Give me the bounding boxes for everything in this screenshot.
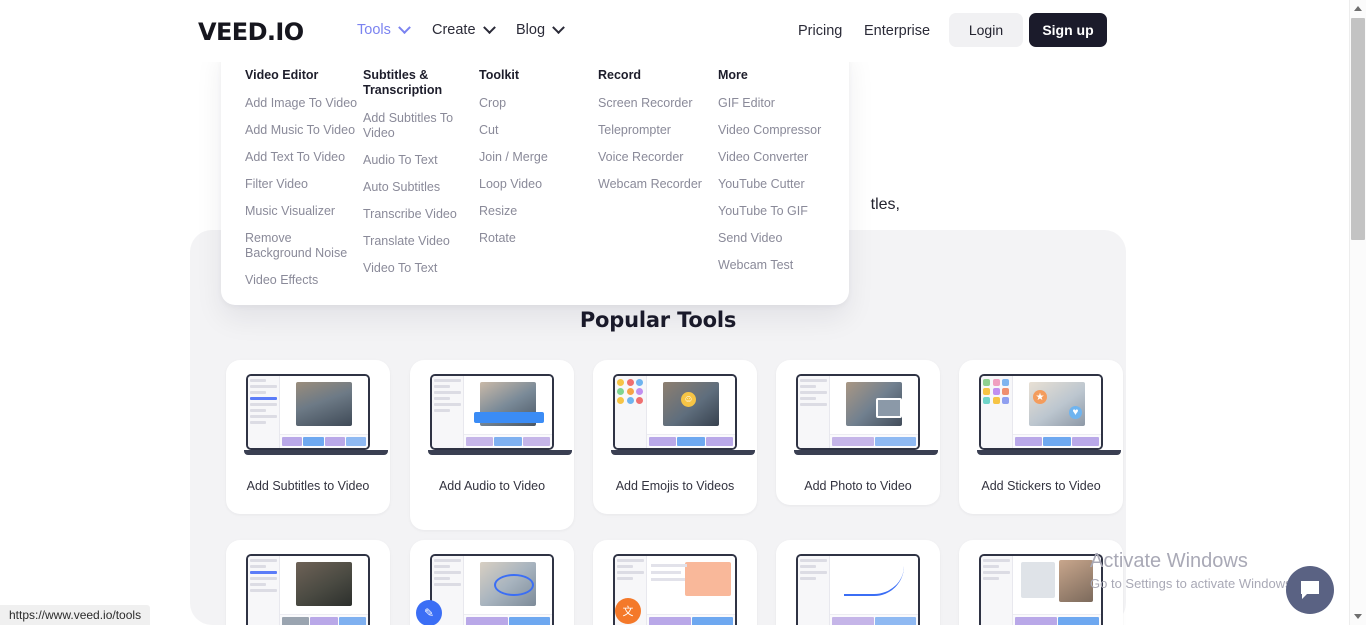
scroll-down-arrow-icon <box>1354 614 1362 619</box>
mega-link[interactable]: Rotate <box>479 231 579 246</box>
mega-link[interactable]: Send Video <box>718 231 828 246</box>
mega-link[interactable]: Auto Subtitles <box>363 180 473 195</box>
tool-card-thumbnail: ☺ <box>593 368 757 470</box>
scrollbar-thumb[interactable] <box>1351 18 1365 240</box>
chevron-down-icon <box>482 20 496 34</box>
nav-item-blog[interactable]: Blog <box>516 20 565 38</box>
scroll-up-arrow-icon <box>1354 6 1362 11</box>
tool-card-thumbnail <box>776 548 940 625</box>
tool-card[interactable]: Add Audio to Video <box>410 360 574 530</box>
page-content: tles, Popular Tools Add Subtitles to Vid… <box>0 0 1349 625</box>
mega-link[interactable]: Screen Recorder <box>598 96 708 111</box>
status-bar-url: https://www.veed.io/tools <box>9 608 142 622</box>
tool-card-thumbnail <box>776 368 940 470</box>
tool-card-label: Add Subtitles to Video <box>246 479 370 493</box>
tool-card-thumbnail: ✎ <box>410 548 574 625</box>
login-button[interactable]: Login <box>949 13 1023 47</box>
tool-card-thumbnail: ★ ♥ <box>959 368 1123 470</box>
mega-link[interactable]: YouTube Cutter <box>718 177 828 192</box>
nav-item-label: Create <box>432 22 476 38</box>
scroll-down-button[interactable] <box>1350 608 1366 625</box>
mega-link[interactable]: Video Effects <box>245 273 361 288</box>
mega-link[interactable]: Video Compressor <box>718 123 828 138</box>
tool-card[interactable] <box>776 540 940 625</box>
veed-logo[interactable]: VEED.IO <box>198 18 304 46</box>
tool-card[interactable]: Add Subtitles to Video <box>226 360 390 514</box>
tool-card[interactable] <box>959 540 1123 625</box>
tool-card-thumbnail <box>959 548 1123 625</box>
mega-link[interactable]: Video To Text <box>363 261 473 276</box>
mega-link[interactable]: Remove Background Noise <box>245 231 361 261</box>
tool-card[interactable]: Add Photo to Video <box>776 360 940 505</box>
mega-column-subtitles-transcription: Subtitles & Transcription Add Subtitles … <box>363 68 473 288</box>
mega-link[interactable]: Resize <box>479 204 579 219</box>
chat-bubble-icon <box>1301 581 1319 599</box>
signup-button[interactable]: Sign up <box>1029 13 1107 47</box>
mega-link[interactable]: Add Subtitles To Video <box>363 111 473 141</box>
scroll-up-button[interactable] <box>1350 0 1366 17</box>
tool-card-label: Add Stickers to Video <box>981 479 1101 493</box>
mega-column-more: More GIF Editor Video Compressor Video C… <box>718 68 828 285</box>
tool-card-label: Add Audio to Video <box>438 479 546 493</box>
tool-card[interactable]: ☺ Add Emojis to Videos <box>593 360 757 514</box>
chat-widget-button[interactable] <box>1286 566 1334 614</box>
mega-link[interactable]: Add Image To Video <box>245 96 361 111</box>
mega-link[interactable]: Filter Video <box>245 177 361 192</box>
mega-link[interactable]: Webcam Test <box>718 258 828 273</box>
mega-link[interactable]: Translate Video <box>363 234 473 249</box>
tool-card[interactable] <box>226 540 390 625</box>
chevron-down-icon <box>552 20 565 34</box>
nav-item-enterprise[interactable]: Enterprise <box>864 23 930 39</box>
mega-link[interactable]: Join / Merge <box>479 150 579 165</box>
browser-status-bar: https://www.veed.io/tools <box>0 605 151 625</box>
mega-column-toolkit: Toolkit Crop Cut Join / Merge Loop Video… <box>479 68 579 258</box>
chevron-down-icon <box>397 20 411 34</box>
tool-card[interactable]: 文 <box>593 540 757 625</box>
pencil-icon: ✎ <box>416 600 442 625</box>
tool-card-label: Add Emojis to Videos <box>615 479 735 493</box>
tool-card-label: Add Photo to Video <box>804 479 912 493</box>
mega-column-title: Video Editor <box>245 68 319 82</box>
nav-item-pricing[interactable]: Pricing <box>798 23 842 39</box>
mega-link[interactable]: Transcribe Video <box>363 207 473 222</box>
tool-card-thumbnail <box>410 368 574 470</box>
mega-column-title: More <box>718 68 748 82</box>
mega-link[interactable]: GIF Editor <box>718 96 828 111</box>
mega-column-record: Record Screen Recorder Teleprompter Voic… <box>598 68 708 204</box>
translate-icon: 文 <box>615 598 641 624</box>
mega-link[interactable]: Teleprompter <box>598 123 708 138</box>
tool-card[interactable]: ✎ <box>410 540 574 625</box>
mega-link[interactable]: Crop <box>479 96 579 111</box>
vertical-scrollbar[interactable] <box>1349 0 1366 625</box>
site-header: VEED.IO Tools Create Blog Pricing Enterp… <box>0 0 1349 62</box>
tool-card-thumbnail <box>226 548 390 625</box>
nav-item-create[interactable]: Create <box>432 20 496 38</box>
nav-item-tools[interactable]: Tools <box>357 20 411 38</box>
mega-link[interactable]: Add Text To Video <box>245 150 361 165</box>
popular-tools-heading: Popular Tools <box>579 308 737 332</box>
mega-link[interactable]: Audio To Text <box>363 153 473 168</box>
mega-column-title: Subtitles & Transcription <box>363 68 443 97</box>
mega-column-title: Record <box>598 68 642 82</box>
tool-card[interactable]: ★ ♥ Add Stickers to Video <box>959 360 1123 514</box>
mega-link[interactable]: Voice Recorder <box>598 150 708 165</box>
mega-link[interactable]: YouTube To GIF <box>718 204 828 219</box>
mega-link[interactable]: Video Converter <box>718 150 828 165</box>
mega-link[interactable]: Music Visualizer <box>245 204 361 219</box>
nav-item-label: Tools <box>357 22 391 38</box>
mega-column-title: Toolkit <box>479 68 520 82</box>
tool-card-thumbnail: 文 <box>593 548 757 625</box>
tool-card-thumbnail <box>226 368 390 470</box>
mega-link[interactable]: Webcam Recorder <box>598 177 708 192</box>
mega-link[interactable]: Add Music To Video <box>245 123 361 138</box>
mega-link[interactable]: Cut <box>479 123 579 138</box>
tools-mega-dropdown: Video Editor Add Image To Video Add Musi… <box>221 44 849 305</box>
browser-viewport: tles, Popular Tools Add Subtitles to Vid… <box>0 0 1366 625</box>
nav-item-label: Blog <box>516 22 546 38</box>
mega-link[interactable]: Loop Video <box>479 177 579 192</box>
mega-column-video-editor: Video Editor Add Image To Video Add Musi… <box>245 68 361 300</box>
